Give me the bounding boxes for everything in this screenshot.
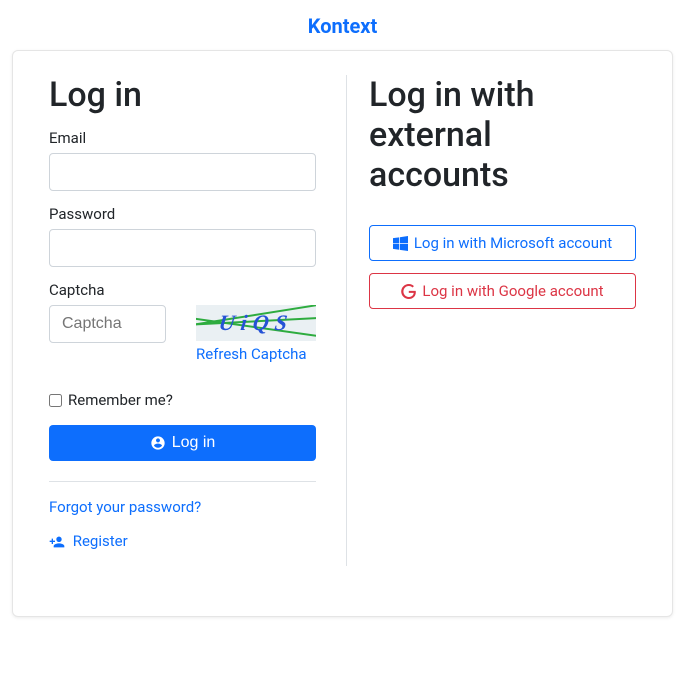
microsoft-login-button[interactable]: Log in with Microsoft account xyxy=(369,225,636,261)
remember-row: Remember me? xyxy=(49,391,316,409)
email-field[interactable] xyxy=(49,153,316,191)
brand-title[interactable]: Kontext xyxy=(0,0,685,50)
password-field[interactable] xyxy=(49,229,316,267)
windows-icon xyxy=(393,236,408,251)
email-label: Email xyxy=(49,129,316,147)
google-icon xyxy=(401,284,416,299)
register-link[interactable]: Register xyxy=(49,532,316,550)
captcha-text: UiQS xyxy=(217,310,295,336)
login-heading: Log in xyxy=(49,75,316,115)
email-group: Email xyxy=(49,129,316,191)
captcha-image: UiQS xyxy=(196,305,316,341)
password-label: Password xyxy=(49,205,316,223)
external-login-column: Log in with external accounts Log in wit… xyxy=(346,75,636,566)
login-card: Log in Email Password Captcha UiQS xyxy=(12,50,673,617)
captcha-label: Captcha xyxy=(49,281,316,299)
local-login-column: Log in Email Password Captcha UiQS xyxy=(49,75,316,566)
refresh-captcha-link[interactable]: Refresh Captcha xyxy=(196,345,307,363)
register-label: Register xyxy=(73,532,128,550)
captcha-group: Captcha UiQS Refresh Captcha xyxy=(49,281,316,363)
separator xyxy=(49,481,316,482)
remember-checkbox[interactable] xyxy=(49,394,62,407)
person-add-icon xyxy=(49,534,65,550)
google-login-label: Log in with Google account xyxy=(422,282,603,300)
google-login-button[interactable]: Log in with Google account xyxy=(369,273,636,309)
login-button[interactable]: Log in xyxy=(49,425,316,461)
password-group: Password xyxy=(49,205,316,267)
account-circle-icon xyxy=(150,435,166,451)
external-heading: Log in with external accounts xyxy=(369,75,636,195)
login-button-label: Log in xyxy=(172,434,216,452)
captcha-field[interactable] xyxy=(49,305,166,343)
microsoft-login-label: Log in with Microsoft account xyxy=(414,234,612,252)
remember-label[interactable]: Remember me? xyxy=(68,391,173,409)
forgot-password-link[interactable]: Forgot your password? xyxy=(49,498,316,516)
